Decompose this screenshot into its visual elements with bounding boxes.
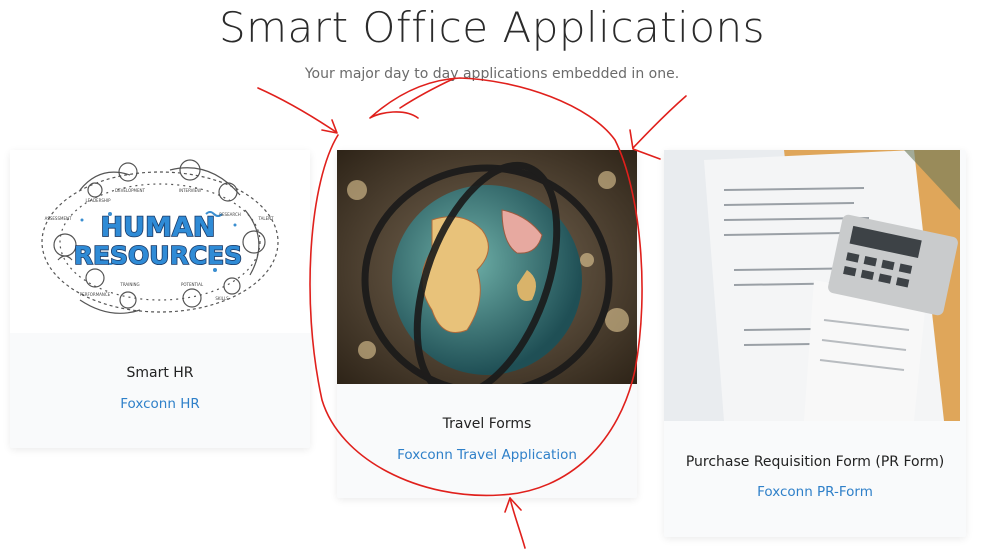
page-subtitle: Your major day to day applications embed…	[304, 66, 680, 82]
card-travel-forms: Travel Forms Foxconn Travel Application	[337, 150, 637, 498]
link-foxconn-pr-form[interactable]: Foxconn PR-Form	[664, 484, 966, 500]
globe-image	[337, 150, 637, 384]
hr-logo-line1: HUMAN	[101, 212, 216, 243]
link-foxconn-hr[interactable]: Foxconn HR	[10, 396, 310, 412]
hr-label-research: RESEARCH	[219, 212, 241, 217]
hr-label-talent: TALENT	[257, 216, 274, 221]
hr-image: HUMAN RESOURCES LEADERSHIP DEVELOPMENT I…	[10, 150, 310, 333]
hr-label-training: TRAINING	[119, 282, 139, 287]
hr-label-development: DEVELOPMENT	[115, 188, 145, 193]
hr-label-interview: INTERVIEW	[179, 188, 201, 193]
documents-image	[664, 150, 960, 421]
hr-label-skills: SKILLS	[215, 296, 229, 301]
card-title-pr-form: Purchase Requisition Form (PR Form)	[685, 454, 945, 470]
hr-logo-line2: RESOURCES	[74, 241, 243, 270]
hr-label-assessment: ASSESSMENT	[45, 216, 72, 221]
hr-label-leadership: LEADERSHIP	[85, 198, 111, 203]
hr-label-performance: PERFORMANCE	[80, 292, 111, 297]
card-title-travel-forms: Travel Forms	[442, 416, 532, 432]
hr-label-potential: POTENTIAL	[181, 282, 204, 287]
card-smart-hr: HUMAN RESOURCES LEADERSHIP DEVELOPMENT I…	[10, 150, 310, 448]
link-foxconn-travel-application[interactable]: Foxconn Travel Application	[337, 447, 637, 463]
page-title: Smart Office Applications	[218, 3, 766, 52]
card-pr-form: Purchase Requisition Form (PR Form) Foxc…	[664, 150, 966, 537]
card-title-smart-hr: Smart HR	[126, 365, 194, 381]
